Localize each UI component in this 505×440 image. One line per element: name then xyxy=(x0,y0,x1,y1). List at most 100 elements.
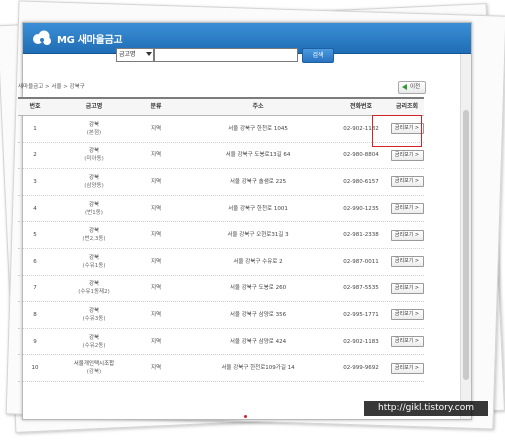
cell-address: 서울 강북구 한천로 1045 xyxy=(228,125,288,132)
branch-sub: (수유1동) xyxy=(82,262,106,269)
red-dot-marker xyxy=(244,415,247,418)
cell-type: 지역 xyxy=(150,258,162,265)
prev-button[interactable]: 이전 xyxy=(398,81,426,94)
branch-name: 강북 xyxy=(88,174,100,181)
view-rate-button[interactable]: 금리보기 > xyxy=(390,309,424,321)
cell-rate: 금리보기 > xyxy=(390,329,424,355)
view-rate-button[interactable]: 금리보기 > xyxy=(390,203,424,215)
arrow-left-icon xyxy=(402,84,407,90)
cell-number: 7 xyxy=(33,285,37,292)
col-header-name: 금고명 xyxy=(85,103,103,110)
cell-phone: 02-981-2338 xyxy=(343,232,379,239)
scrollbar-thumb[interactable] xyxy=(463,110,469,380)
chevron-down-icon xyxy=(146,52,152,56)
cell-phone: 02-902-1183 xyxy=(343,338,379,345)
cell-rate: 금리보기 > xyxy=(390,302,424,328)
branch-name: 강북 xyxy=(88,254,100,261)
search-type-select[interactable]: 금고명 xyxy=(116,48,154,62)
table-header: 번호 금고명 분류 주소 전화번호 금리조회 xyxy=(18,99,424,116)
branch-name: 서울개인택시조합 xyxy=(73,361,115,368)
branch-sub: (수유2동) xyxy=(82,342,106,349)
cell-type: 지역 xyxy=(150,178,162,185)
col-header-address: 주소 xyxy=(252,103,264,110)
branch-name: 강북 xyxy=(88,334,100,341)
cell-name: 강북 (수유1동제2) xyxy=(58,276,130,302)
cell-type: 지역 xyxy=(150,311,162,318)
view-rate-button[interactable]: 금리보기 > xyxy=(390,176,424,188)
cell-name: 서울개인택시조합 (강북) xyxy=(58,355,130,381)
cell-number: 8 xyxy=(33,311,37,318)
table-row: 9 강북 (수유2동) 지역 서울 강북구 삼양로 424 02-902-1183 금리보기… xyxy=(18,329,424,356)
cell-phone: 02-995-1771 xyxy=(343,311,379,318)
watermark: http://gikl.tistory.com xyxy=(364,401,488,416)
cell-address: 서울 강북구 도봉로 260 xyxy=(229,285,287,292)
view-rate-button[interactable]: 금리보기 > xyxy=(390,362,424,374)
cell-rate: 금리보기 > xyxy=(390,222,424,248)
cell-type: 지역 xyxy=(150,232,162,239)
cell-address: 서울 강북구 오현로31길 3 xyxy=(227,232,289,239)
cell-type: 지역 xyxy=(150,125,162,132)
prev-button-label: 이전 xyxy=(410,84,421,90)
cell-type: 지역 xyxy=(150,152,162,159)
table-row: 2 강북 (미아동) 지역 서울 강북구 도봉로13길 64 02-980-8804 금리보… xyxy=(18,143,424,170)
cell-rate: 금리보기 > xyxy=(390,249,424,275)
branch-sub: (번2,3동) xyxy=(82,236,106,243)
table-row: 6 강북 (수유1동) 지역 서울 강북구 수유로 2 02-987-0011 금리보기 > xyxy=(18,249,424,276)
table-body: 1 강북 (본점) 지역 서울 강북구 한천로 1045 02-902-1182 금리보기 … xyxy=(18,116,424,382)
branch-name: 강북 xyxy=(88,281,100,288)
cell-name: 강북 (수유2동) xyxy=(58,329,130,355)
cell-rate: 금리보기 > xyxy=(390,169,424,195)
cell-phone: 02-990-1235 xyxy=(343,205,379,212)
cell-address: 서울 강북구 한천로 1001 xyxy=(228,205,288,212)
view-rate-button[interactable]: 금리보기 > xyxy=(390,282,424,294)
cell-name: 강북 (본점) xyxy=(58,116,130,142)
search-button[interactable]: 검색 xyxy=(302,48,334,63)
branch-sub: (본점) xyxy=(86,129,102,136)
branch-table: 번호 금고명 분류 주소 전화번호 금리조회 1 강북 (본점) 지역 서울 강북구 한… xyxy=(18,97,424,382)
cell-name: 강북 (번1동) xyxy=(58,196,130,222)
branch-name: 강북 xyxy=(88,228,100,235)
mg-logo-icon xyxy=(33,30,51,45)
branch-name: 강북 xyxy=(88,148,100,155)
search-input[interactable] xyxy=(154,48,298,62)
branch-sub: (수유3동) xyxy=(82,315,106,322)
table-row: 8 강북 (수유3동) 지역 서울 강북구 삼양로 356 02-995-1771 금리보기… xyxy=(18,302,424,329)
cell-phone: 02-999-9692 xyxy=(343,365,379,372)
cell-type: 지역 xyxy=(150,338,162,345)
brand-name[interactable]: MG 새마을금고 xyxy=(57,31,123,46)
cell-number: 4 xyxy=(33,205,37,212)
branch-sub: (삼양동) xyxy=(84,182,104,189)
cell-name: 강북 (삼양동) xyxy=(58,169,130,195)
col-header-phone: 전화번호 xyxy=(349,103,373,110)
cell-number: 5 xyxy=(33,232,37,239)
cell-rate: 금리보기 > xyxy=(390,355,424,381)
branch-name: 강북 xyxy=(88,121,100,128)
cell-type: 지역 xyxy=(150,205,162,212)
col-header-number: 번호 xyxy=(29,103,41,110)
cell-type: 지역 xyxy=(150,365,162,372)
table-row: 10 서울개인택시조합 (강북) 지역 서울 강북구 한천로109가길 14 02-999… xyxy=(18,355,424,382)
view-rate-button[interactable]: 금리보기 > xyxy=(390,336,424,348)
cell-address: 서울 강북구 삼양로 356 xyxy=(229,311,287,318)
branch-sub: (강북) xyxy=(86,369,102,376)
col-header-rate: 금리조회 xyxy=(395,103,419,110)
cell-rate: 금리보기 > xyxy=(390,196,424,222)
search-type-value: 금고명 xyxy=(119,51,136,58)
cell-rate: 금리보기 > xyxy=(390,276,424,302)
branch-sub: (번1동) xyxy=(85,209,103,216)
cell-number: 2 xyxy=(33,152,37,159)
view-rate-button[interactable]: 금리보기 > xyxy=(390,256,424,268)
cell-address: 서울 강북구 삼양로 424 xyxy=(229,338,287,345)
branch-name: 강북 xyxy=(88,307,100,314)
view-rate-button[interactable]: 금리보기 > xyxy=(390,229,424,241)
view-rate-button[interactable]: 금리보기 > xyxy=(390,149,424,161)
table-row: 4 강북 (번1동) 지역 서울 강북구 한천로 1001 02-990-1235 금리보기… xyxy=(18,196,424,223)
cell-phone: 02-987-5535 xyxy=(343,285,379,292)
branch-sub: (미아동) xyxy=(84,156,104,163)
cell-number: 6 xyxy=(33,258,37,265)
table-row: 3 강북 (삼양동) 지역 서울 강북구 솔샘로 225 02-980-6157 금리보기 … xyxy=(18,169,424,196)
breadcrumb: 새마을금고 > 서울 > 강북구 xyxy=(18,84,85,90)
vertical-scrollbar[interactable] xyxy=(460,54,471,419)
cell-number: 9 xyxy=(33,338,37,345)
cell-name: 강북 (수유1동) xyxy=(58,249,130,275)
